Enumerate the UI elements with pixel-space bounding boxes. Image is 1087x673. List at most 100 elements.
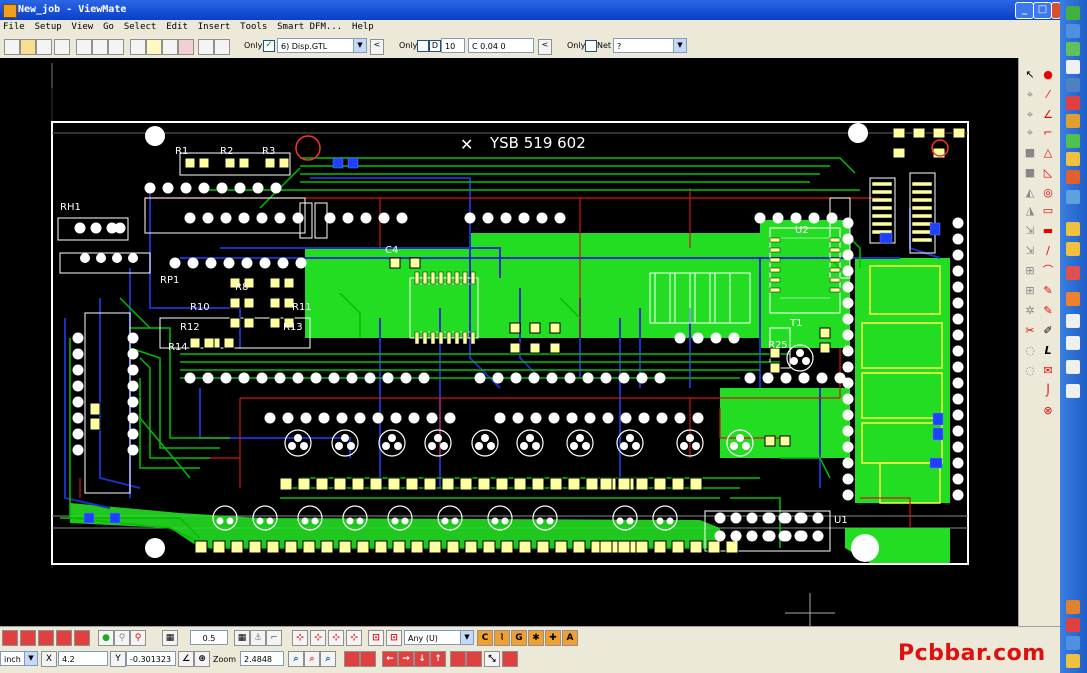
move-icon[interactable]: ⇲ — [1023, 224, 1037, 238]
eraser-icon[interactable]: ◌ — [1023, 344, 1037, 358]
units-select[interactable]: inch ▼ — [0, 651, 38, 666]
app-icon-3[interactable] — [1066, 60, 1080, 74]
menu-setup[interactable]: Setup — [32, 20, 66, 32]
pan-right-icon[interactable]: → — [398, 651, 414, 667]
layer-tool-icon-2[interactable] — [20, 630, 36, 646]
angle-line-icon[interactable]: ∠ — [1041, 108, 1055, 122]
menu-file[interactable]: File — [0, 20, 29, 32]
app-icon-8[interactable] — [1066, 152, 1080, 166]
gear-icon[interactable]: ✲ — [1023, 304, 1037, 318]
app-icon-7[interactable] — [1066, 134, 1080, 148]
array-icon[interactable]: ⊞ — [1023, 284, 1037, 298]
pcb-canvas[interactable]: YSB 519 602 ✕ R1 R2 R3 RH1 RP1 R8 R10 R11 R12 R13… — [0, 58, 1018, 626]
cut-icon[interactable] — [76, 39, 92, 55]
line-icon[interactable]: ⁄ — [1041, 88, 1055, 102]
snap-grid-icon[interactable]: ⊡ — [368, 630, 384, 646]
pointer-icon[interactable]: ↖ — [1023, 68, 1037, 82]
rotate-icon[interactable]: ◮ — [1023, 204, 1037, 218]
cut-tool-icon[interactable]: ✂ — [1023, 324, 1037, 338]
tray-icon-3[interactable] — [1066, 636, 1080, 650]
angle-icon[interactable]: ∠ — [178, 651, 194, 667]
solid-icon[interactable]: ■ — [1023, 166, 1037, 180]
window-icon-4[interactable] — [1066, 384, 1080, 398]
app-icon-6[interactable] — [1066, 114, 1080, 128]
window-icon-3[interactable] — [1066, 360, 1080, 374]
net-select[interactable]: ? ▼ — [613, 38, 687, 53]
measure-icon[interactable]: ⌖ — [1023, 88, 1037, 102]
snap-edge-icon[interactable]: ⊹ — [292, 630, 308, 646]
mail-icon[interactable]: ✉ — [1041, 364, 1055, 378]
menu-tools[interactable]: Tools — [237, 20, 271, 32]
snap-mode-select[interactable]: Any (U) ▼ — [404, 630, 474, 645]
app-icon-1[interactable] — [1066, 24, 1080, 38]
paste-icon[interactable] — [108, 39, 124, 55]
snap-c-button[interactable]: C — [477, 630, 493, 646]
arc-icon[interactable]: ⌒ — [1041, 264, 1055, 278]
dcode-prev-button[interactable]: < — [538, 39, 552, 55]
save-icon[interactable] — [36, 39, 52, 55]
snap-icon[interactable]: ⌖ — [1023, 108, 1037, 122]
zoom-field[interactable]: 2.4848 — [240, 651, 284, 666]
draw-icon[interactable]: ✎ — [1041, 284, 1055, 298]
folder-icon[interactable] — [1066, 222, 1080, 236]
target-icon[interactable]: ⊕ — [194, 651, 210, 667]
grid-icon[interactable]: ▦ — [162, 630, 178, 646]
grid-snap-icon[interactable]: ⌖ — [1023, 126, 1037, 140]
layer-tool-icon-4[interactable] — [56, 630, 72, 646]
corner-icon[interactable]: ⌐ — [1041, 126, 1055, 140]
grey-pin-icon[interactable]: ⚲ — [114, 630, 130, 646]
grid-size-field[interactable]: 0.5 — [190, 630, 228, 645]
pan-up-icon[interactable]: ↑ — [430, 651, 446, 667]
pencil-icon[interactable]: ✐ — [1041, 324, 1055, 338]
menu-insert[interactable]: Insert — [195, 20, 235, 32]
snap-intersect-icon[interactable]: ⊹ — [328, 630, 344, 646]
grid-toggle-icon[interactable]: ▦ — [234, 630, 250, 646]
red-pin-icon[interactable]: ⚲ — [130, 630, 146, 646]
pan-down-icon[interactable]: ↓ — [414, 651, 430, 667]
snap-corner-icon[interactable]: ⌐ — [266, 630, 282, 646]
app-icon-11[interactable] — [1066, 266, 1080, 280]
zoom-out-icon[interactable]: ⌕ — [320, 651, 336, 667]
layer-tool-icon-3[interactable] — [38, 630, 54, 646]
snap-anchor-icon[interactable]: ⚓ — [250, 630, 266, 646]
copy-icon[interactable] — [92, 39, 108, 55]
green-dot-icon[interactable]: ● — [98, 630, 114, 646]
menu-smart-dfm[interactable]: Smart DFM... — [274, 20, 346, 32]
layer-list-icon[interactable] — [162, 39, 178, 55]
dcode-field[interactable]: C 0.04 0 — [468, 38, 534, 53]
app-icon-9[interactable] — [1066, 170, 1080, 184]
menu-help[interactable]: Help — [349, 20, 378, 32]
measure-tool-icon[interactable]: ⤡ — [484, 651, 500, 667]
folder-icon-2[interactable] — [1066, 242, 1080, 256]
snap-brush-icon[interactable]: ⌇ — [494, 630, 510, 646]
hook-icon[interactable]: ⌡ — [1041, 384, 1055, 398]
only-net-checkbox[interactable] — [585, 40, 597, 52]
only-layer-checkbox[interactable]: ✓ — [263, 40, 275, 52]
new-file-icon[interactable] — [4, 39, 20, 55]
refresh-icon[interactable] — [466, 651, 482, 667]
y-coord-field[interactable]: -0.301323 — [126, 651, 176, 666]
pan-left-icon[interactable]: ← — [382, 651, 398, 667]
minimize-button[interactable]: _ — [1015, 2, 1034, 19]
filled-rect-icon[interactable]: ▬ — [1041, 224, 1055, 238]
window-icon-2[interactable] — [1066, 336, 1080, 350]
diagonal-line-icon[interactable]: ∕ — [1041, 244, 1055, 258]
only-dcode-checkbox[interactable] — [417, 40, 429, 52]
rectangle-icon[interactable]: ▭ — [1041, 204, 1055, 218]
snap-midpoint-icon[interactable]: ⊹ — [346, 630, 362, 646]
print-icon[interactable] — [54, 39, 70, 55]
fill-icon[interactable]: ■ — [1023, 146, 1037, 160]
d-value-field[interactable]: 10 — [441, 38, 465, 53]
redraw-icon[interactable] — [450, 651, 466, 667]
zoom-in-icon[interactable]: ⌕ — [288, 651, 304, 667]
circle-icon[interactable]: ◎ — [1041, 186, 1055, 200]
layer-settings-icon[interactable] — [198, 39, 214, 55]
snap-g-button[interactable]: G — [511, 630, 527, 646]
snap-plus-icon[interactable]: ✚ — [545, 630, 561, 646]
snap-center-icon[interactable]: ⊹ — [310, 630, 326, 646]
menu-go[interactable]: Go — [100, 20, 118, 32]
layer-tool-icon-5[interactable] — [74, 630, 90, 646]
snap-pad-icon[interactable]: ⊡ — [386, 630, 402, 646]
info-icon[interactable] — [502, 651, 518, 667]
layer-color-icon[interactable] — [178, 39, 194, 55]
